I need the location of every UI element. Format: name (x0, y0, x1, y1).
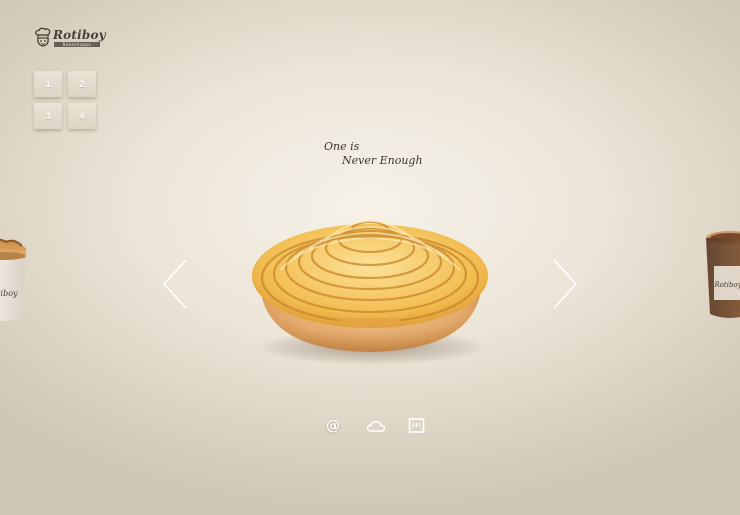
email-at-icon[interactable]: @ (325, 417, 341, 435)
previous-arrow-icon[interactable] (161, 258, 189, 310)
brand-name: Rotiboy (53, 28, 106, 42)
tagline-line-2: Never Enough (342, 154, 423, 167)
side-product-left-image[interactable]: Rotiboy (0, 226, 28, 330)
rotiboy-bun-image (252, 215, 488, 352)
svg-text:Rotiboy: Rotiboy (0, 289, 18, 298)
page-button-3[interactable]: 3 (34, 103, 62, 129)
logo[interactable]: Rotiboy Bakeshoppe (34, 27, 106, 49)
tagline: One is Never Enough (324, 140, 423, 168)
social-icon[interactable] (408, 417, 425, 435)
page-button-4[interactable]: 4 (68, 103, 96, 129)
page-button-2[interactable]: 2 (68, 71, 96, 97)
next-arrow-icon[interactable] (551, 258, 579, 310)
cloud-icon[interactable] (366, 417, 386, 435)
page-button-1[interactable]: 1 (34, 71, 62, 97)
svg-text:Rotiboy: Rotiboy (713, 281, 740, 289)
tagline-line-1: One is (324, 140, 360, 153)
side-product-right-image[interactable]: Rotiboy (704, 226, 740, 330)
chef-logo-icon (35, 27, 51, 47)
brand-subtitle: Bakeshoppe (54, 42, 100, 47)
